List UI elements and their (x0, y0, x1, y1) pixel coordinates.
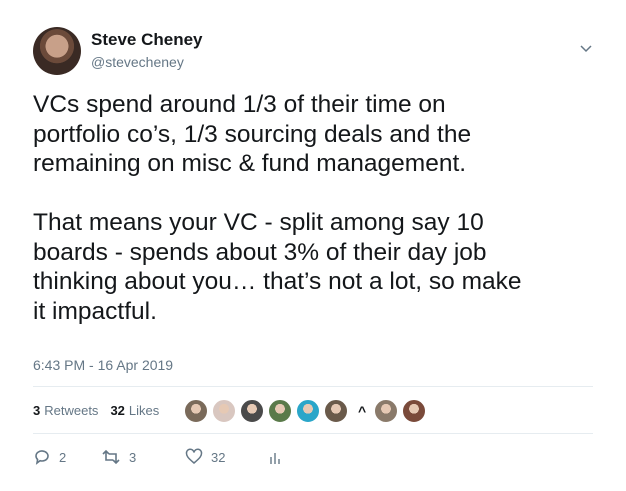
liker-avatar[interactable] (268, 399, 292, 423)
divider (33, 386, 593, 387)
liker-avatar[interactable] (324, 399, 348, 423)
liker-avatar[interactable] (402, 399, 427, 423)
retweet-count: 3 (129, 449, 137, 465)
author-name[interactable]: Steve Cheney (91, 30, 203, 50)
analytics-button[interactable] (267, 448, 291, 466)
tweet-timestamp[interactable]: 6:43 PM - 16 Apr 2019 (33, 357, 173, 373)
likes-stat[interactable]: 32 Likes (110, 403, 159, 418)
retweet-icon (102, 449, 120, 465)
reply-count: 2 (59, 449, 67, 465)
tweet-text: VCs spend around 1/3 of their time on po… (33, 91, 522, 325)
avatar[interactable] (33, 27, 81, 75)
liker-avatars: ^ (184, 399, 430, 423)
chevron-down-icon[interactable] (578, 40, 594, 56)
more-likers-caret[interactable]: ^ (358, 403, 366, 419)
like-button[interactable]: 32 (185, 448, 267, 466)
reply-icon (35, 450, 49, 465)
likes-count: 32 (110, 403, 125, 418)
liker-avatar[interactable] (184, 399, 208, 423)
liker-avatar[interactable] (374, 399, 399, 423)
retweets-count: 3 (33, 403, 41, 418)
tweet-actions: 2 3 32 (33, 448, 291, 466)
analytics-icon (270, 453, 280, 464)
like-count: 32 (211, 449, 226, 465)
retweets-stat[interactable]: 3 Retweets (33, 403, 98, 418)
likes-label: Likes (128, 403, 160, 418)
tweet-stats: 3 Retweets 32 Likes (33, 403, 171, 418)
reply-button[interactable]: 2 (33, 448, 101, 466)
liker-avatar[interactable] (296, 399, 320, 423)
divider (33, 433, 593, 434)
liker-avatar[interactable] (212, 399, 236, 423)
heart-icon (185, 448, 203, 464)
retweets-label: Retweets (44, 403, 99, 418)
author-handle[interactable]: @stevecheney (91, 54, 184, 70)
liker-avatar[interactable] (240, 399, 264, 423)
retweet-button[interactable]: 3 (101, 448, 185, 466)
